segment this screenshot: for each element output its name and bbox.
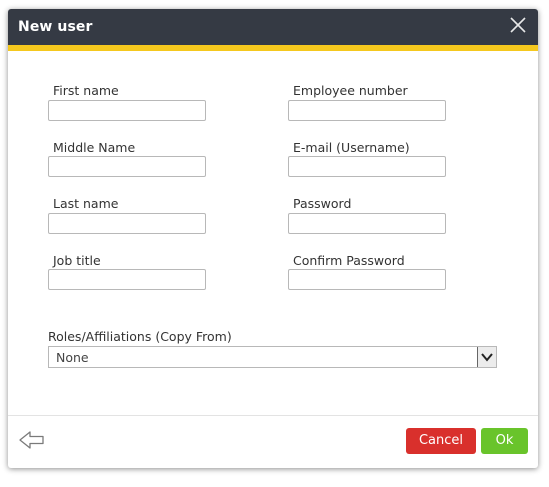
employee-number-label: Employee number bbox=[293, 83, 408, 98]
cancel-button[interactable]: Cancel bbox=[406, 428, 476, 454]
middle-name-field[interactable] bbox=[48, 156, 206, 177]
chevron-down-icon bbox=[481, 353, 493, 362]
new-user-dialog: New user First name Middle Name Last nam… bbox=[8, 9, 538, 468]
last-name-field[interactable] bbox=[48, 213, 206, 234]
back-arrow-icon bbox=[19, 431, 44, 449]
footer-divider bbox=[8, 415, 538, 416]
last-name-label: Last name bbox=[53, 196, 119, 211]
roles-dropdown-button[interactable] bbox=[477, 347, 496, 367]
password-label: Password bbox=[293, 196, 352, 211]
roles-label: Roles/Affiliations (Copy From) bbox=[48, 329, 232, 344]
email-label: E-mail (Username) bbox=[293, 140, 410, 155]
dialog-titlebar: New user bbox=[8, 9, 538, 51]
first-name-field[interactable] bbox=[48, 100, 206, 121]
roles-selected-value: None bbox=[56, 350, 89, 365]
confirm-password-label: Confirm Password bbox=[293, 253, 405, 268]
back-button[interactable] bbox=[18, 429, 46, 451]
dialog-title: New user bbox=[18, 19, 93, 35]
middle-name-label: Middle Name bbox=[53, 140, 136, 155]
job-title-field[interactable] bbox=[48, 269, 206, 290]
employee-number-field[interactable] bbox=[288, 100, 446, 121]
ok-button[interactable]: Ok bbox=[481, 428, 528, 454]
job-title-label: Job title bbox=[53, 253, 101, 268]
roles-select[interactable]: None bbox=[48, 346, 497, 368]
password-field[interactable] bbox=[288, 213, 446, 234]
confirm-password-field[interactable] bbox=[288, 269, 446, 290]
close-button[interactable] bbox=[508, 15, 528, 35]
first-name-label: First name bbox=[53, 83, 119, 98]
close-icon bbox=[510, 17, 526, 33]
email-field[interactable] bbox=[288, 156, 446, 177]
